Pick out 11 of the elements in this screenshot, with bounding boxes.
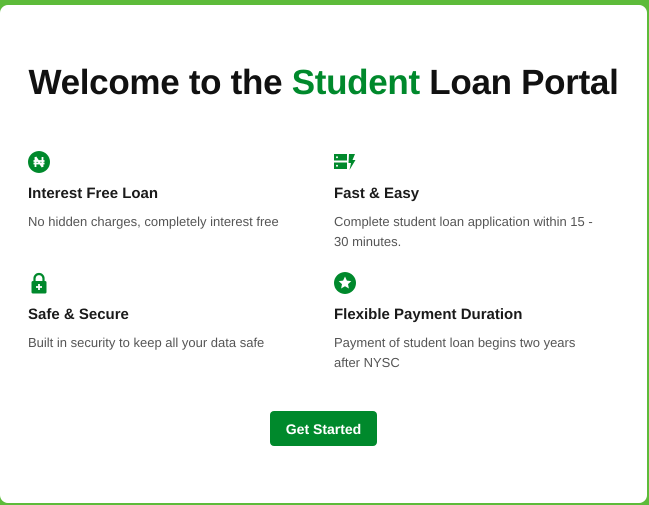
feature-description: Built in security to keep all your data safe bbox=[28, 334, 266, 352]
feature-title: Flexible Payment Duration bbox=[334, 306, 522, 323]
page-title: Welcome to the Student Loan Portal bbox=[28, 63, 619, 103]
feature-title: Fast & Easy bbox=[334, 185, 420, 202]
feature-description: Complete student loan application within 15 - 30 minutes. bbox=[334, 213, 594, 251]
feature-description: Payment of student loan begins two years after NYSC bbox=[334, 334, 576, 372]
feature-title: Interest Free Loan bbox=[28, 185, 158, 202]
feature-title: Safe & Secure bbox=[28, 306, 129, 323]
naira-icon bbox=[28, 151, 50, 173]
feature-description: No hidden charges, completely interest free bbox=[28, 213, 280, 231]
get-started-button[interactable]: Get Started bbox=[270, 411, 378, 446]
